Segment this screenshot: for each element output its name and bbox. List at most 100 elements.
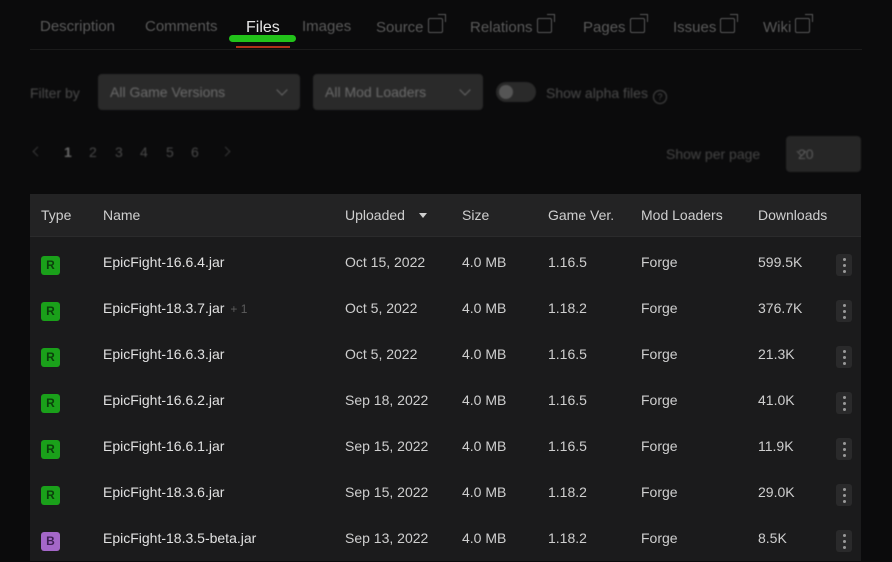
mod-loader: Forge bbox=[641, 438, 678, 454]
page-2[interactable]: 2 bbox=[89, 144, 97, 160]
page-6[interactable]: 6 bbox=[191, 144, 199, 160]
file-name[interactable]: EpicFight-16.6.2.jar bbox=[103, 392, 224, 408]
col-downloads[interactable]: Downloads bbox=[758, 207, 827, 223]
sort-desc-icon bbox=[418, 213, 427, 218]
external-link-icon bbox=[427, 14, 446, 33]
download-count: 599.5K bbox=[758, 254, 803, 270]
more-options-icon[interactable] bbox=[836, 254, 852, 276]
external-link-icon bbox=[629, 14, 648, 33]
tab-label: Issues bbox=[673, 19, 717, 36]
more-options-icon[interactable] bbox=[836, 530, 852, 552]
chevron-down-icon bbox=[459, 84, 471, 96]
col-game-ver[interactable]: Game Ver. bbox=[548, 207, 614, 223]
download-count: 376.7K bbox=[758, 300, 803, 316]
release-type-badge: R bbox=[41, 302, 60, 321]
active-tab-indicator bbox=[229, 35, 296, 42]
table-row[interactable]: R EpicFight-18.3.6.jar Sep 15, 2022 4.0 MB 1… bbox=[30, 470, 861, 516]
more-options-icon[interactable] bbox=[836, 438, 852, 460]
mod-loader: Forge bbox=[641, 254, 678, 270]
mod-loader: Forge bbox=[641, 392, 678, 408]
mod-loader: Forge bbox=[641, 300, 678, 316]
filter-label: Filter by bbox=[30, 85, 80, 101]
file-name[interactable]: EpicFight-18.3.6.jar bbox=[103, 484, 224, 500]
tab-description[interactable]: Description bbox=[40, 18, 115, 35]
file-size: 4.0 MB bbox=[462, 300, 507, 316]
more-options-icon[interactable] bbox=[836, 346, 852, 368]
tab-pages[interactable]: Pages bbox=[583, 14, 648, 36]
game-version-select[interactable]: All Game Versions bbox=[98, 74, 300, 110]
game-version: 1.16.5 bbox=[548, 438, 587, 454]
project-tabs: Description Comments Files Images Source… bbox=[0, 0, 892, 52]
prev-page-icon[interactable] bbox=[32, 146, 43, 157]
info-icon[interactable]: ? bbox=[652, 90, 667, 104]
uploaded-date: Sep 13, 2022 bbox=[345, 530, 429, 546]
table-row[interactable]: R EpicFight-16.6.2.jar Sep 18, 2022 4.0 MB 1… bbox=[30, 378, 861, 424]
col-mod-loaders[interactable]: Mod Loaders bbox=[641, 207, 723, 223]
tab-label: Wiki bbox=[763, 19, 792, 36]
tab-source[interactable]: Source bbox=[376, 14, 446, 36]
per-page-select[interactable]: 20 bbox=[786, 136, 861, 172]
uploaded-date: Oct 15, 2022 bbox=[345, 254, 426, 270]
table-row[interactable]: R EpicFight-16.6.4.jar Oct 15, 2022 4.0 MB 1… bbox=[30, 240, 861, 286]
tab-label: Relations bbox=[470, 19, 533, 36]
files-table: Type Name Uploaded Size Game Ver. Mod Lo… bbox=[30, 194, 861, 561]
next-page-icon[interactable] bbox=[220, 146, 231, 157]
chevron-down-icon bbox=[276, 84, 288, 96]
release-type-badge: R bbox=[41, 256, 60, 275]
tab-issues[interactable]: Issues bbox=[673, 14, 739, 36]
mod-loader-value: All Mod Loaders bbox=[325, 84, 427, 100]
game-version: 1.18.2 bbox=[548, 530, 587, 546]
additional-files-count: + 1 bbox=[230, 302, 248, 316]
file-name[interactable]: EpicFight-16.6.3.jar bbox=[103, 346, 224, 362]
more-options-icon[interactable] bbox=[836, 300, 852, 322]
col-uploaded[interactable]: Uploaded bbox=[345, 207, 427, 223]
col-name[interactable]: Name bbox=[103, 207, 140, 223]
external-link-icon bbox=[536, 14, 555, 33]
col-size[interactable]: Size bbox=[462, 207, 489, 223]
tab-label: Pages bbox=[583, 19, 626, 36]
release-type-badge: R bbox=[41, 440, 60, 459]
release-type-badge: R bbox=[41, 348, 60, 367]
table-row[interactable]: B EpicFight-18.3.5-beta.jar Sep 13, 2022 4.… bbox=[30, 516, 861, 562]
uploaded-date: Oct 5, 2022 bbox=[345, 300, 418, 316]
more-options-icon[interactable] bbox=[836, 484, 852, 506]
tab-label: Description bbox=[40, 18, 116, 35]
alpha-files-label: Show alpha files? bbox=[546, 85, 667, 104]
page-4[interactable]: 4 bbox=[140, 144, 148, 160]
file-name[interactable]: EpicFight-16.6.1.jar bbox=[103, 438, 224, 454]
col-type[interactable]: Type bbox=[41, 207, 71, 223]
mod-loader: Forge bbox=[641, 484, 678, 500]
page-3[interactable]: 3 bbox=[115, 144, 123, 160]
mod-loader: Forge bbox=[641, 530, 678, 546]
file-name[interactable]: EpicFight-18.3.5-beta.jar bbox=[103, 530, 256, 546]
tab-wiki[interactable]: Wiki bbox=[763, 14, 814, 36]
mod-loader: Forge bbox=[641, 346, 678, 362]
file-size: 4.0 MB bbox=[462, 254, 507, 270]
table-header: Type Name Uploaded Size Game Ver. Mod Lo… bbox=[30, 194, 861, 237]
tab-comments[interactable]: Comments bbox=[145, 18, 218, 35]
release-type-badge: B bbox=[41, 532, 60, 551]
game-version: 1.16.5 bbox=[548, 254, 587, 270]
game-version: 1.18.2 bbox=[548, 484, 587, 500]
alpha-files-toggle[interactable] bbox=[496, 82, 536, 102]
release-type-badge: R bbox=[41, 394, 60, 413]
download-count: 11.9K bbox=[758, 438, 794, 454]
mod-loader-select[interactable]: All Mod Loaders bbox=[313, 74, 483, 110]
table-row[interactable]: R EpicFight-16.6.3.jar Oct 5, 2022 4.0 MB 1.… bbox=[30, 332, 861, 378]
file-size: 4.0 MB bbox=[462, 438, 507, 454]
table-row[interactable]: R EpicFight-18.3.7.jar + 1 Oct 5, 2022 4.0 M… bbox=[30, 286, 861, 332]
download-count: 41.0K bbox=[758, 392, 795, 408]
per-page-label: Show per page bbox=[666, 146, 761, 162]
tab-images[interactable]: Images bbox=[302, 18, 351, 35]
file-name[interactable]: EpicFight-18.3.7.jar + 1 bbox=[103, 300, 247, 316]
uploaded-date: Sep 15, 2022 bbox=[345, 484, 429, 500]
file-size: 4.0 MB bbox=[462, 392, 507, 408]
table-row[interactable]: R EpicFight-16.6.1.jar Sep 15, 2022 4.0 MB 1… bbox=[30, 424, 861, 470]
game-version: 1.16.5 bbox=[548, 346, 587, 362]
download-count: 8.5K bbox=[758, 530, 787, 546]
page-5[interactable]: 5 bbox=[166, 144, 174, 160]
page-1[interactable]: 1 bbox=[64, 144, 72, 160]
file-name[interactable]: EpicFight-16.6.4.jar bbox=[103, 254, 224, 270]
tab-relations[interactable]: Relations bbox=[470, 14, 555, 36]
more-options-icon[interactable] bbox=[836, 392, 852, 414]
